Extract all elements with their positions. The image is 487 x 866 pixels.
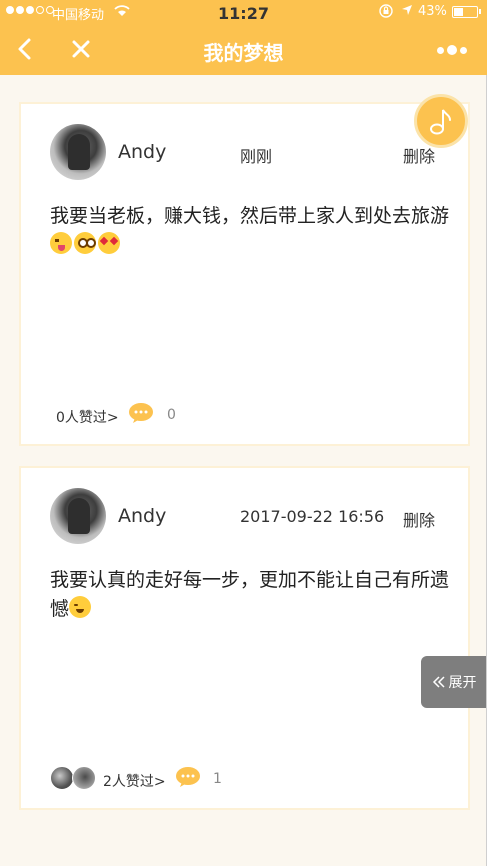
status-time: 11:27 <box>218 4 269 23</box>
heart-eyes-emoji-icon <box>98 232 120 254</box>
delete-button[interactable]: 删除 <box>403 143 435 167</box>
likes-link[interactable]: 2人赞过> <box>103 771 166 791</box>
post-time: 2017-09-22 16:56 <box>240 507 385 526</box>
post-footer: 0人赞过> 0 <box>21 400 468 430</box>
comment-count: 1 <box>213 771 222 787</box>
liker-avatar[interactable] <box>50 766 74 790</box>
username: Andy <box>118 505 167 527</box>
battery-icon <box>452 6 478 18</box>
expand-label: 展开 <box>448 675 477 691</box>
post-time: 刚刚 <box>240 147 273 166</box>
post-card: Andy 刚刚 删除 我要当老板，赚大钱，然后带上家人到处去旅游 0人赞过> 0 <box>19 102 470 446</box>
post-text: 我要当老板，赚大钱，然后带上家人到处去旅游 <box>50 205 450 227</box>
music-note-icon <box>430 109 451 135</box>
post-footer: 2人赞过> 1 <box>21 764 468 794</box>
post-content: 我要当老板，赚大钱，然后带上家人到处去旅游 <box>50 202 455 260</box>
delete-button[interactable]: 删除 <box>403 507 435 531</box>
music-button[interactable] <box>414 94 468 148</box>
avatar[interactable] <box>50 124 106 180</box>
battery-percent: 43% <box>418 4 447 19</box>
expand-tab[interactable]: 展开 <box>421 656 487 708</box>
rotation-lock-icon <box>379 4 393 22</box>
more-options-button[interactable] <box>432 40 472 60</box>
squinting-tongue-emoji-icon <box>50 232 72 254</box>
navigation-bar: 我的梦想 <box>0 24 487 75</box>
battery-tip <box>479 9 481 14</box>
likes-link[interactable]: 0人赞过> <box>56 407 119 427</box>
liker-avatar[interactable] <box>72 766 96 790</box>
comment-icon[interactable] <box>175 766 201 788</box>
smiling-emoji-icon <box>69 596 92 618</box>
username: Andy <box>118 141 167 163</box>
comment-count: 0 <box>167 407 176 423</box>
post-content: 我要认真的走好每一步，更加不能让自己有所遗憾 <box>50 566 455 624</box>
avatar[interactable] <box>50 488 106 544</box>
post-card: Andy 2017-09-22 16:56 删除 我要认真的走好每一步，更加不能… <box>19 466 470 810</box>
location-arrow-icon <box>401 4 413 20</box>
status-bar: 中国移动 11:27 43% <box>0 0 487 24</box>
comment-icon[interactable] <box>128 402 154 424</box>
flushed-emoji-icon <box>74 232 96 254</box>
page-title: 我的梦想 <box>203 41 284 65</box>
double-chevron-left-icon <box>432 676 445 688</box>
post-text: 我要认真的走好每一步，更加不能让自己有所遗憾 <box>50 569 450 620</box>
